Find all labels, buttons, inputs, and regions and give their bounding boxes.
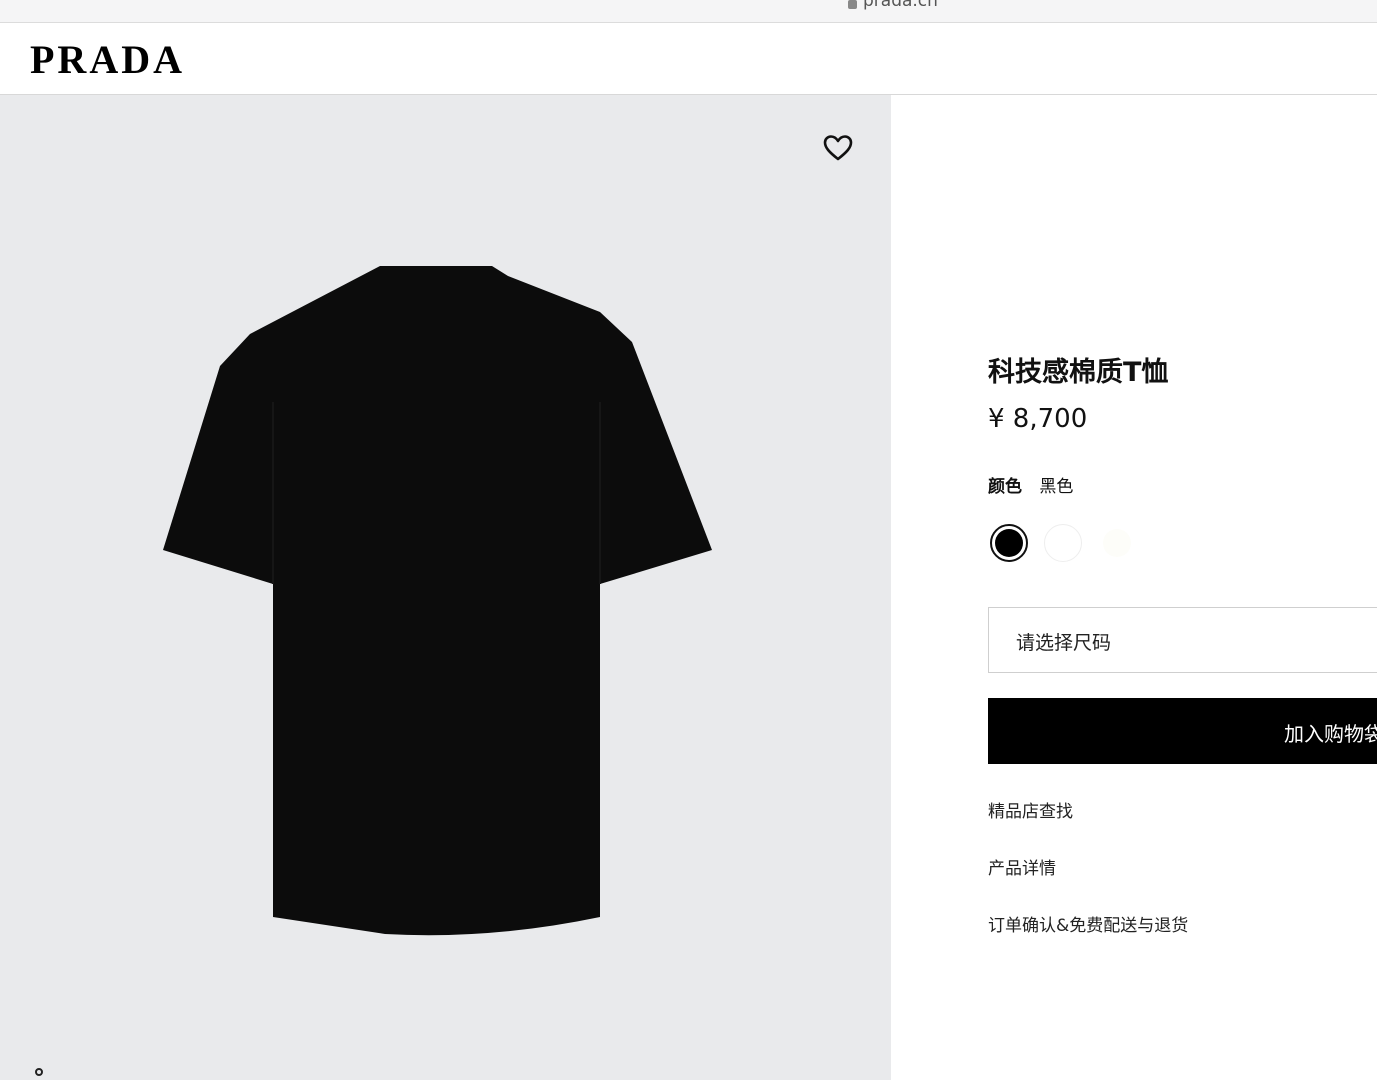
site-header: PRADA <box>0 23 1377 95</box>
color-label: 颜色 <box>988 477 1022 497</box>
wishlist-heart-icon[interactable] <box>822 132 854 164</box>
product-details-link[interactable]: 产品详情 <box>988 854 1056 879</box>
product-image-tshirt[interactable] <box>160 262 715 937</box>
size-select-dropdown[interactable]: 请选择尺码 <box>988 607 1377 673</box>
browser-address-bar: prada.cn <box>0 0 1377 23</box>
color-swatches <box>990 524 1136 562</box>
brand-logo[interactable]: PRADA <box>30 36 185 83</box>
add-to-bag-label: 加入购物袋 <box>1284 722 1377 746</box>
product-title: 科技感棉质T恤 <box>988 357 1169 388</box>
gallery-indicator-dot[interactable] <box>35 1068 43 1076</box>
url-text: prada.cn <box>863 0 938 11</box>
color-selection-label: 颜色 黑色 <box>988 472 1073 497</box>
size-select-placeholder: 请选择尺码 <box>1016 632 1112 654</box>
store-locator-link[interactable]: 精品店查找 <box>988 797 1073 822</box>
shipping-returns-link[interactable]: 订单确认&免费配送与退货 <box>988 911 1188 936</box>
swatch-white[interactable] <box>1044 524 1082 562</box>
url-display[interactable]: prada.cn <box>848 0 938 11</box>
color-value: 黑色 <box>1039 477 1074 497</box>
product-price: ¥ 8,700 <box>988 404 1088 434</box>
lock-icon <box>848 0 857 9</box>
add-to-bag-button[interactable]: 加入购物袋 <box>988 698 1377 764</box>
swatch-black[interactable] <box>990 524 1028 562</box>
swatch-beige[interactable] <box>1098 524 1136 562</box>
